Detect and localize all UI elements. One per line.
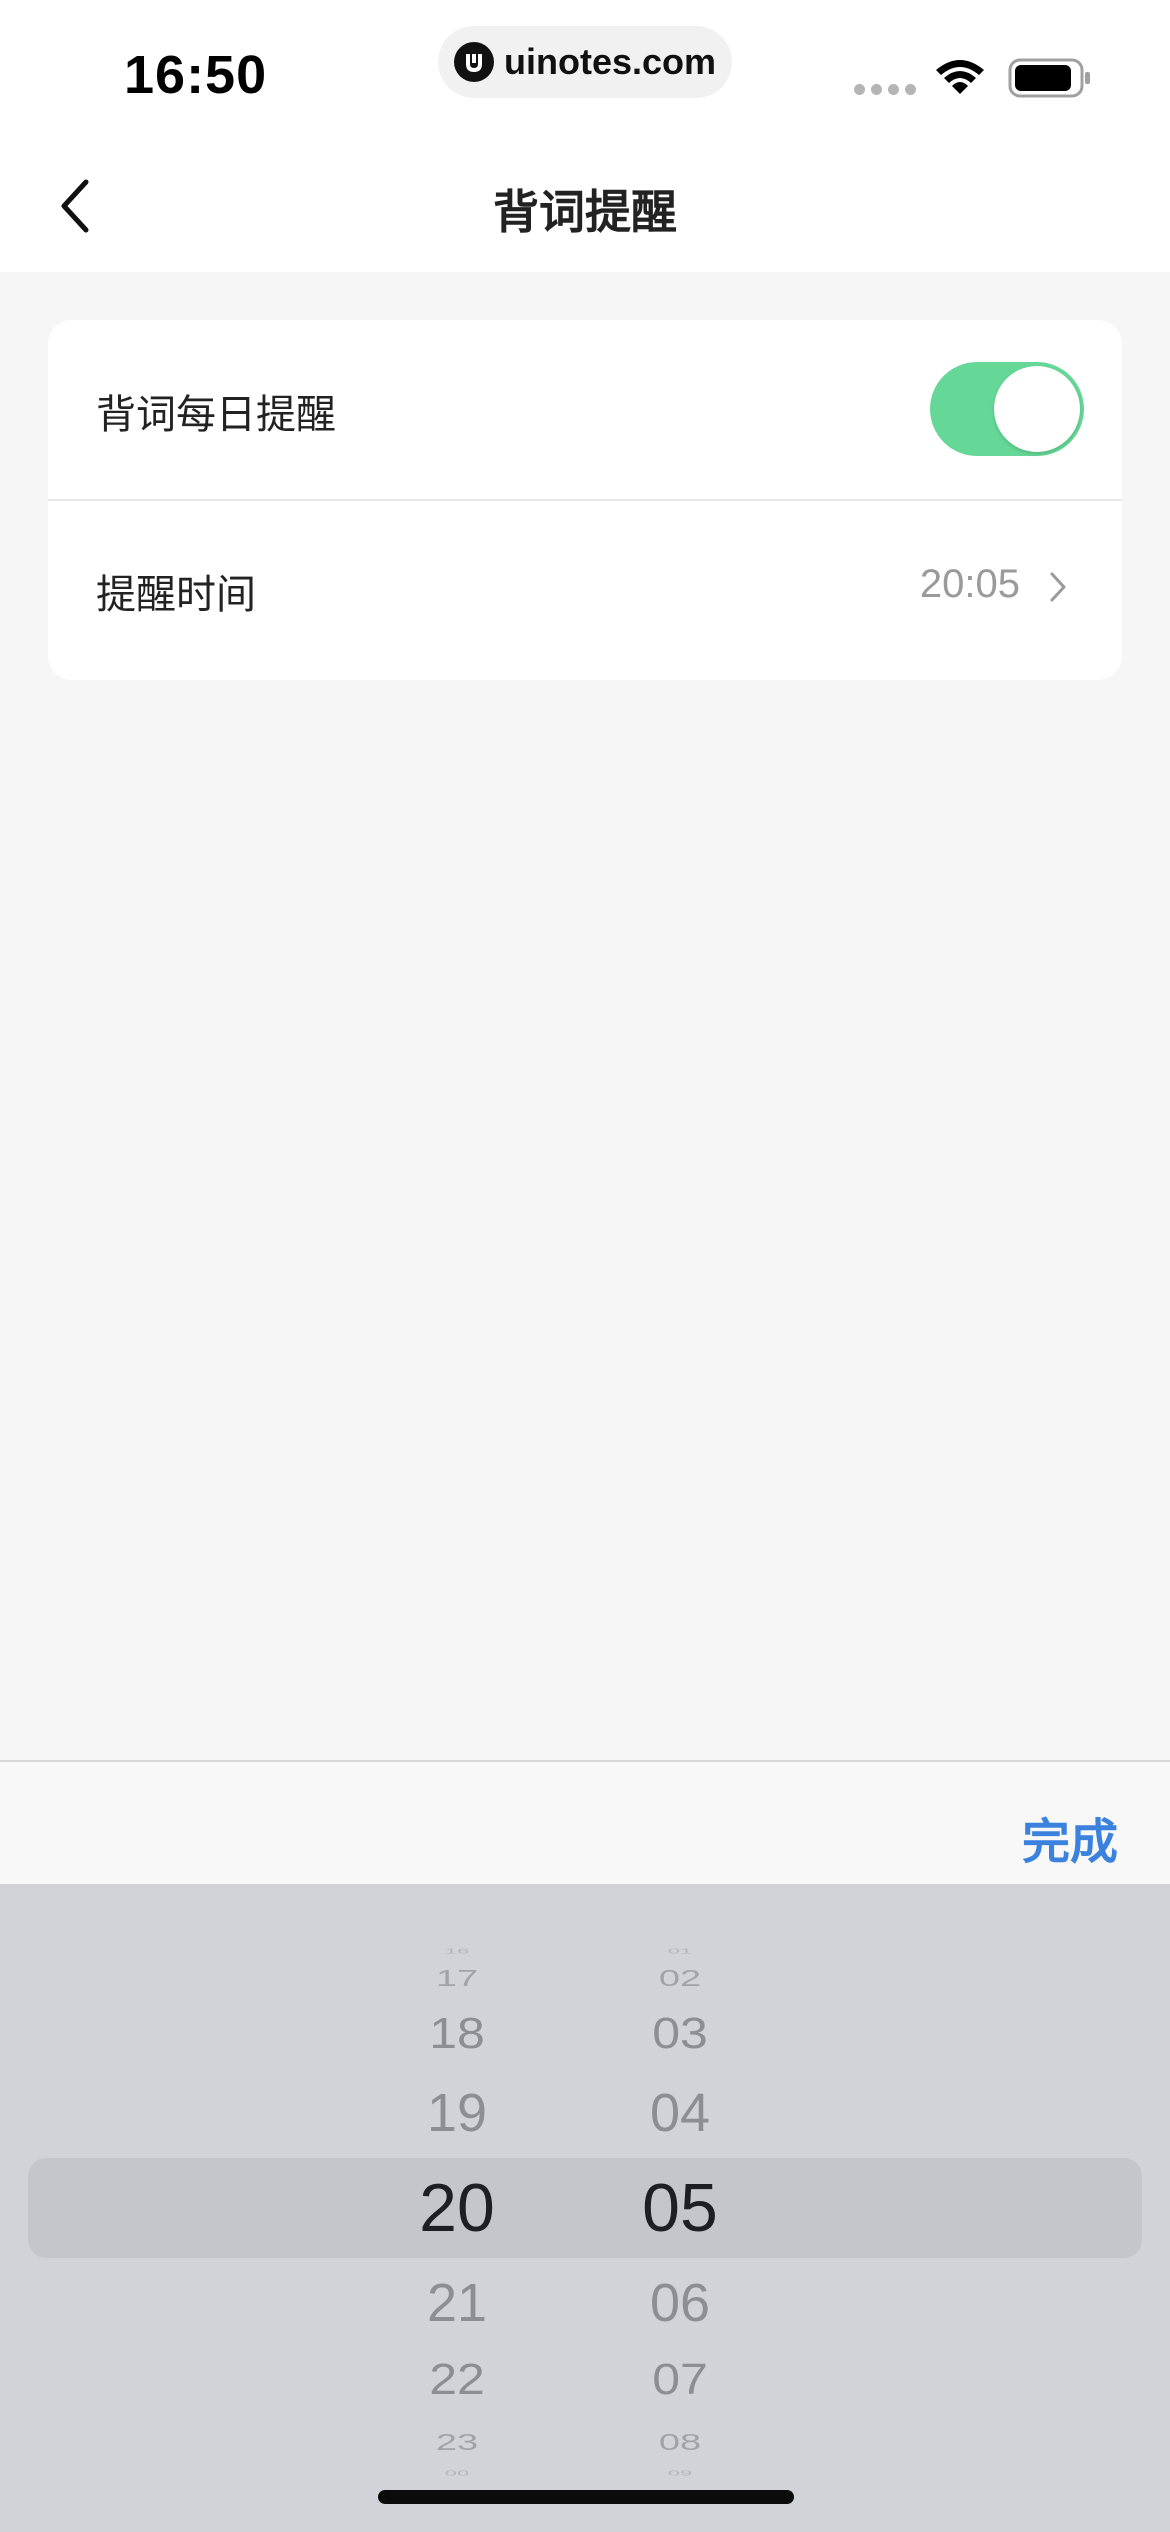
minute-wheel[interactable]: 01 02 03 04 05 06 07 08 09 [580, 1884, 780, 2532]
chevron-right-icon [1050, 572, 1066, 602]
time-picker: 16 17 18 19 20 21 22 23 00 01 02 03 04 0… [0, 1884, 1170, 2532]
hour-selected[interactable]: 20 [357, 2174, 557, 2242]
hour-option[interactable]: 19 [357, 2086, 557, 2140]
reminder-time-label: 提醒时间 [96, 572, 256, 618]
navigation-bar: 背词提醒 [0, 140, 1170, 272]
url-text: uinotes.com [503, 41, 717, 82]
daily-reminder-toggle[interactable] [930, 362, 1084, 456]
hour-option[interactable]: 22 [357, 2357, 557, 2401]
hour-wheel[interactable]: 16 17 18 19 20 21 22 23 00 [357, 1884, 557, 2532]
signal-icon [854, 84, 916, 95]
done-button[interactable]: 完成 [1022, 1802, 1118, 1872]
site-logo-icon [453, 42, 494, 82]
reminder-time-value: 20:05 [919, 562, 1020, 606]
minute-option[interactable]: 07 [580, 2357, 780, 2401]
minute-option[interactable]: 03 [580, 2011, 780, 2055]
minute-option[interactable]: 04 [580, 2086, 780, 2140]
hour-option[interactable]: 23 [357, 2432, 557, 2455]
minute-option[interactable]: 08 [580, 2432, 780, 2455]
settings-card: 背词每日提醒 提醒时间 20:05 [48, 320, 1122, 680]
screen: 16:50 uinotes.com 背词提醒 背词每日提醒 提醒时间 20:05… [0, 0, 1170, 2532]
minute-option[interactable]: 01 [580, 1947, 780, 1955]
status-time: 16:50 [124, 45, 268, 105]
home-indicator[interactable] [378, 2490, 794, 2504]
minute-option[interactable]: 02 [580, 1968, 780, 1991]
reminder-time-row[interactable]: 提醒时间 20:05 [48, 500, 1122, 679]
daily-reminder-row: 背词每日提醒 [48, 320, 1122, 501]
status-bar: 16:50 uinotes.com [0, 0, 1170, 140]
daily-reminder-label: 背词每日提醒 [96, 392, 336, 438]
battery-icon [1008, 58, 1092, 102]
minute-option[interactable]: 09 [580, 2469, 780, 2477]
hour-option[interactable]: 00 [357, 2469, 557, 2477]
toggle-knob [994, 366, 1080, 452]
minute-option[interactable]: 06 [580, 2276, 780, 2330]
picker-toolbar: 完成 [0, 1760, 1170, 1886]
hour-option[interactable]: 17 [357, 1968, 557, 1991]
hour-option[interactable]: 21 [357, 2276, 557, 2330]
page-title: 背词提醒 [493, 185, 677, 239]
wifi-icon [934, 56, 986, 100]
hour-option[interactable]: 18 [357, 2011, 557, 2055]
url-pill[interactable]: uinotes.com [438, 26, 732, 98]
hour-option[interactable]: 16 [357, 1947, 557, 1955]
minute-selected[interactable]: 05 [580, 2174, 780, 2242]
